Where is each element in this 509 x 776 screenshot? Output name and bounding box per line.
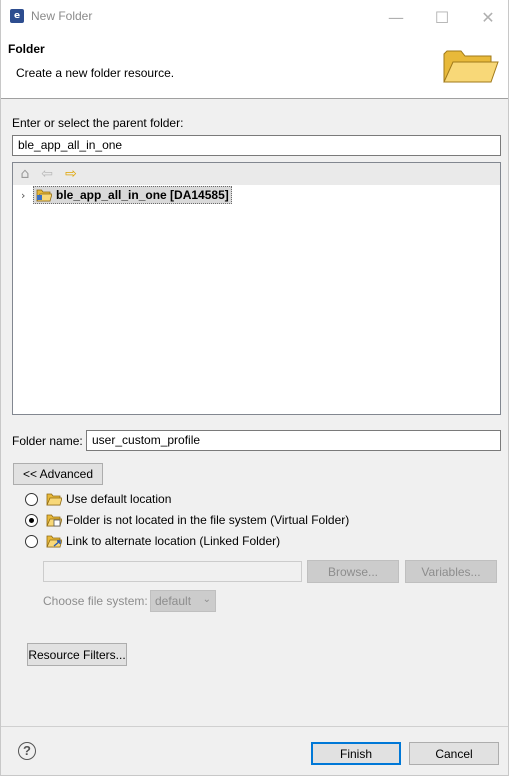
page-title: Folder — [8, 42, 45, 56]
folder-tree[interactable]: ⌂ ⇦ ⇨ › ble_app_all_in_one [DA14585] — [12, 162, 501, 415]
linked-folder-icon — [46, 535, 62, 548]
resource-filters-button[interactable]: Resource Filters... — [27, 643, 127, 666]
virtual-folder-icon — [46, 514, 62, 527]
folder-banner-icon — [443, 50, 499, 83]
project-folder-icon — [36, 189, 52, 202]
forward-arrow-icon[interactable]: ⇨ — [63, 166, 79, 182]
radio-button[interactable] — [25, 534, 38, 548]
tree-toolbar: ⌂ ⇦ ⇨ — [13, 163, 500, 185]
finish-button[interactable]: Finish — [311, 742, 401, 765]
radio-label: Folder is not located in the file system… — [66, 513, 350, 527]
chevron-right-icon[interactable]: › — [21, 189, 33, 202]
file-system-select[interactable]: default ⌄ — [150, 590, 216, 612]
footer-divider — [1, 726, 508, 727]
variables-button[interactable]: Variables... — [405, 560, 497, 583]
file-system-label: Choose file system: — [43, 594, 148, 608]
new-folder-dialog: e New Folder — ☐ ✕ Folder Create a new f… — [0, 0, 509, 776]
radio-button[interactable] — [25, 492, 38, 506]
radio-button-checked[interactable] — [25, 513, 38, 527]
radio-virtual-folder[interactable]: Folder is not located in the file system… — [25, 512, 349, 528]
page-description: Create a new folder resource. — [16, 66, 175, 80]
cancel-button[interactable]: Cancel — [409, 742, 499, 765]
link-location-input[interactable] — [43, 561, 302, 582]
advanced-button[interactable]: << Advanced — [13, 463, 103, 485]
back-arrow-icon[interactable]: ⇦ — [39, 166, 55, 182]
folder-name-input[interactable]: user_custom_profile — [86, 430, 501, 451]
folder-name-label: Folder name: — [12, 434, 83, 448]
parent-folder-input[interactable]: ble_app_all_in_one — [12, 135, 501, 156]
parent-folder-label: Enter or select the parent folder: — [12, 116, 184, 130]
wizard-header: Folder Create a new folder resource. — [1, 34, 508, 99]
home-icon[interactable]: ⌂ — [17, 166, 33, 182]
chevron-down-icon: ⌄ — [202, 594, 211, 605]
tree-item-label: ble_app_all_in_one [DA14585] — [56, 188, 229, 202]
maximize-button[interactable]: ☐ — [419, 0, 465, 34]
window-title: New Folder — [31, 9, 93, 23]
radio-label: Link to alternate location (Linked Folde… — [66, 534, 281, 548]
minimize-button[interactable]: — — [373, 0, 419, 34]
eclipse-app-icon: e — [10, 9, 24, 23]
radio-use-default-location[interactable]: Use default location — [25, 491, 171, 507]
radio-linked-folder[interactable]: Link to alternate location (Linked Folde… — [25, 533, 280, 549]
title-bar: e New Folder — ☐ ✕ — [1, 0, 508, 34]
close-button[interactable]: ✕ — [465, 0, 509, 34]
tree-row[interactable]: › ble_app_all_in_one [DA14585] — [21, 186, 232, 204]
file-system-value: default — [155, 594, 192, 608]
folder-icon — [46, 493, 62, 506]
help-icon[interactable]: ? — [18, 742, 36, 760]
browse-button[interactable]: Browse... — [307, 560, 399, 583]
tree-item-selected[interactable]: ble_app_all_in_one [DA14585] — [33, 186, 232, 204]
radio-label: Use default location — [66, 492, 172, 506]
